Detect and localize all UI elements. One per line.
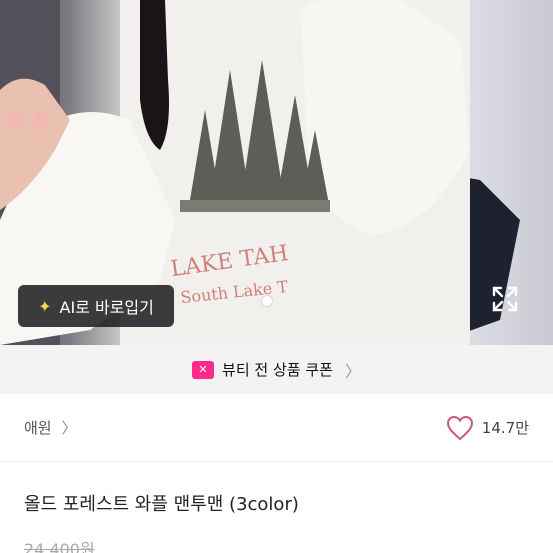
- carousel-indicator-dot[interactable]: [262, 296, 272, 306]
- coupon-label: 뷰티 전 상품 쿠폰: [222, 361, 333, 379]
- original-price: 24,400원: [24, 540, 95, 553]
- coupon-banner[interactable]: ✕ 뷰티 전 상품 쿠폰 〉: [0, 345, 553, 394]
- chevron-right-icon: 〉: [61, 419, 77, 437]
- product-image[interactable]: LAKE TAH South Lake T ✦ AI로 바로입기: [0, 0, 553, 345]
- heart-outline-icon: [446, 415, 473, 440]
- likes-count: 14.7만: [481, 419, 529, 437]
- magic-wand-icon: ✦: [38, 296, 52, 316]
- seller-row: 애원 〉 14.7만: [0, 394, 553, 462]
- product-title: 올드 포레스트 와플 맨투맨 (3color): [24, 494, 299, 515]
- ai-try-on-label: AI로 바로입기: [59, 298, 154, 317]
- fullscreen-expand-icon[interactable]: [490, 284, 520, 314]
- like-button[interactable]: 14.7만: [446, 415, 529, 441]
- seller-link[interactable]: 애원 〉: [24, 417, 77, 438]
- ai-try-on-button[interactable]: ✦ AI로 바로입기: [18, 285, 174, 327]
- chevron-right-icon: 〉: [344, 361, 361, 381]
- seller-name: 애원: [24, 419, 52, 437]
- coupon-ticket-icon: ✕: [192, 360, 215, 379]
